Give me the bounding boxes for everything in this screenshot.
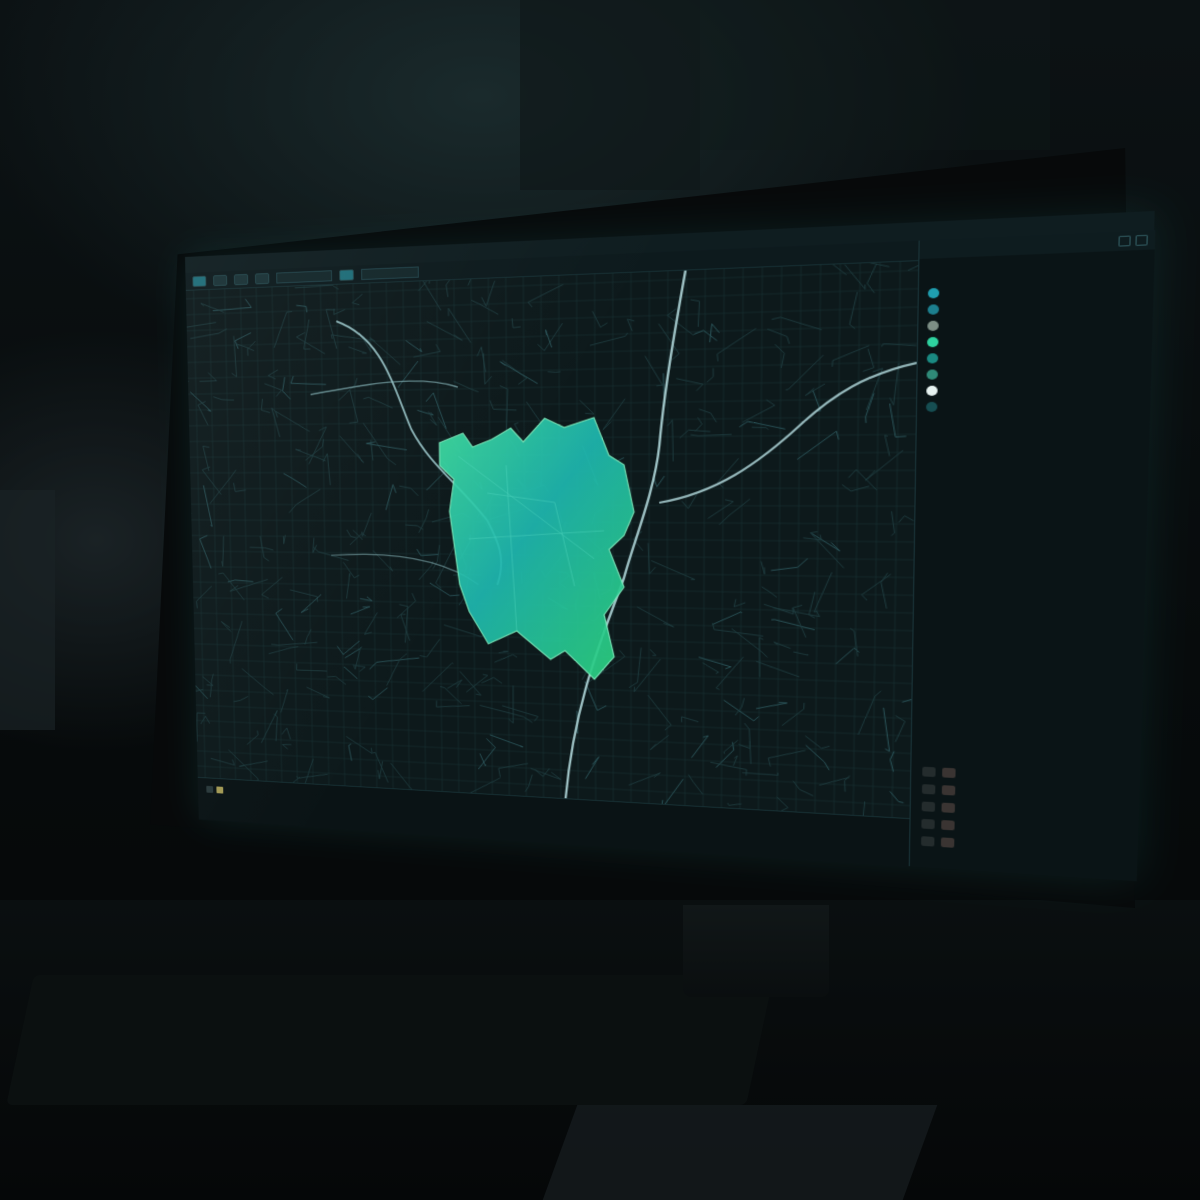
- checkbox-icon[interactable]: [922, 767, 935, 777]
- keyboard: [6, 975, 774, 1105]
- layer-color-icon: [927, 353, 938, 363]
- legend-swatch-icon: [942, 768, 956, 778]
- checkbox-icon[interactable]: [921, 836, 934, 846]
- layer-color-icon: [928, 288, 940, 299]
- checkbox-icon[interactable]: [922, 784, 935, 794]
- background-window: [0, 490, 55, 730]
- layers-panel: [909, 230, 1156, 881]
- layer-color-icon: [926, 402, 937, 412]
- legend-swatch-icon: [942, 785, 955, 795]
- monitor-screen: [185, 211, 1155, 881]
- legend-swatch-icon: [941, 837, 954, 847]
- select-icon[interactable]: [234, 273, 248, 284]
- measure-icon[interactable]: [255, 273, 269, 284]
- search-input[interactable]: [361, 266, 419, 280]
- pan-icon[interactable]: [192, 275, 206, 286]
- monitor-stand: [683, 905, 829, 997]
- layer-item[interactable]: [917, 395, 1151, 415]
- layers-icon[interactable]: [339, 269, 354, 281]
- map-svg: [186, 261, 918, 818]
- layer-color-icon: [926, 386, 937, 396]
- status-left: [206, 785, 226, 795]
- layer-color-icon: [927, 337, 938, 347]
- legend-list: [910, 762, 1140, 863]
- close-icon[interactable]: [1135, 235, 1148, 246]
- checkbox-icon[interactable]: [922, 801, 935, 811]
- layer-list: [917, 277, 1154, 415]
- legend-swatch-icon: [942, 803, 955, 813]
- layer-color-icon: [928, 304, 939, 315]
- legend-swatch-icon: [941, 820, 954, 830]
- desk-paper: [543, 1105, 938, 1200]
- map-canvas[interactable]: [186, 261, 918, 818]
- zoom-icon[interactable]: [213, 274, 227, 285]
- checkbox-icon[interactable]: [921, 819, 934, 829]
- layer-color-icon: [927, 321, 938, 332]
- coordinate-field[interactable]: [276, 270, 332, 283]
- background-shelf: [520, 0, 700, 190]
- minimize-icon[interactable]: [1118, 236, 1130, 247]
- status-icon: [206, 786, 213, 793]
- background-shelf-right: [700, 0, 1050, 150]
- warning-icon: [216, 786, 223, 793]
- layer-color-icon: [927, 369, 938, 379]
